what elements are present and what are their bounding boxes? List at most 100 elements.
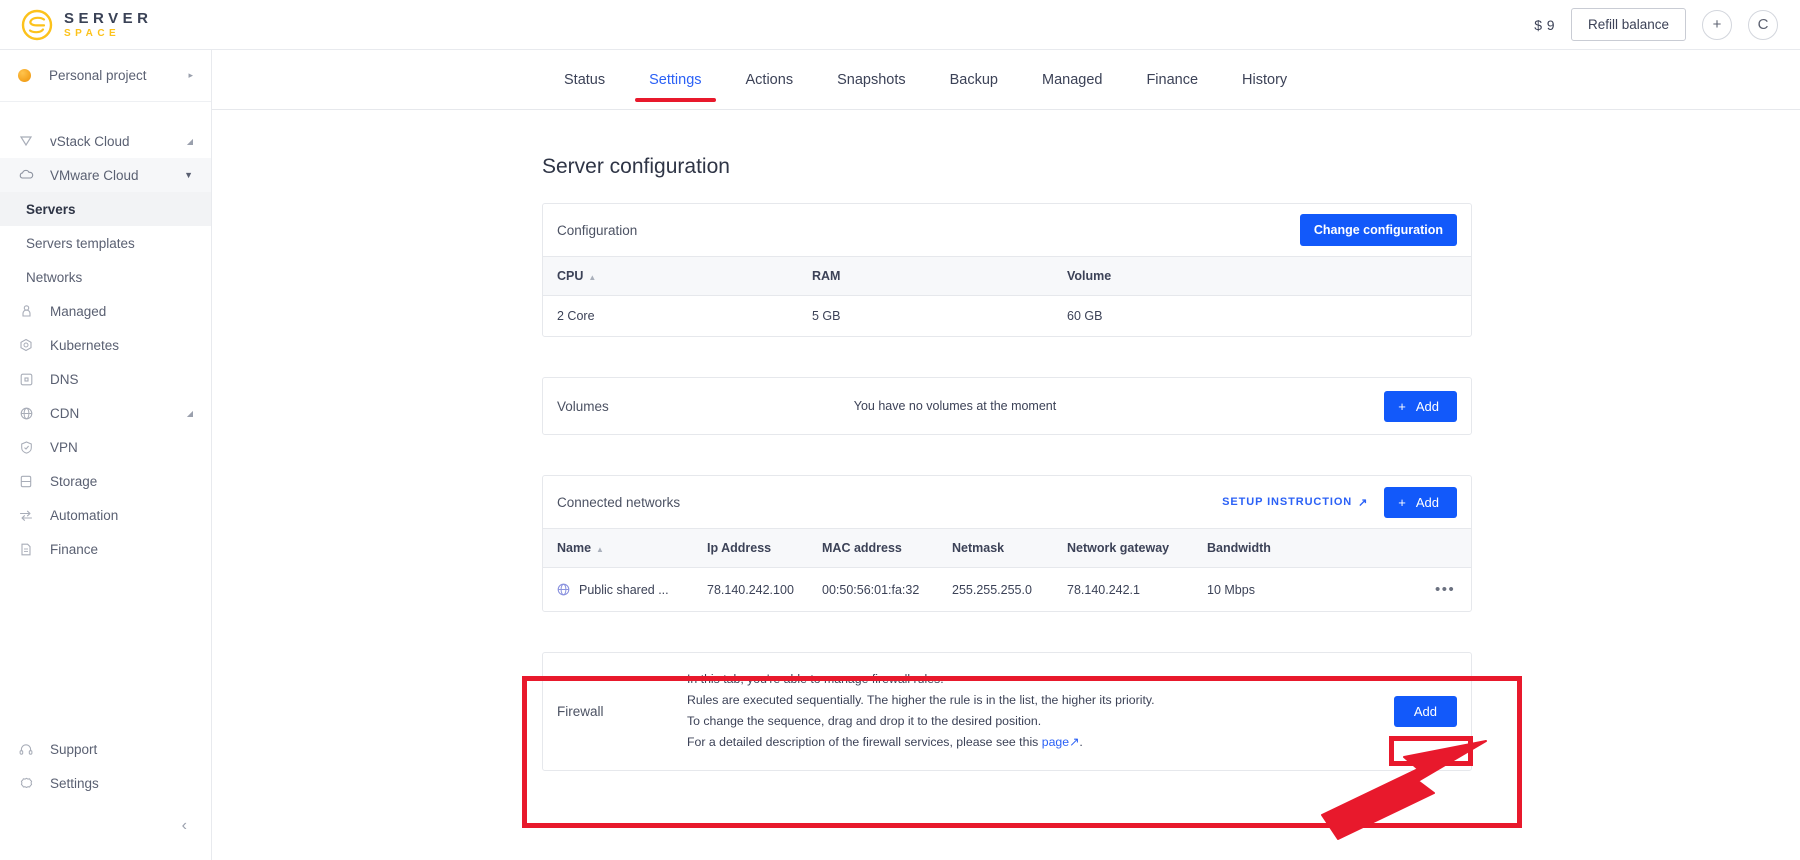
sidebar-footer: Support Settings ‹ xyxy=(0,732,211,860)
table-row[interactable]: 2 Core 5 GB 60 GB xyxy=(543,296,1471,337)
sort-asc-icon: ▲ xyxy=(596,545,604,554)
page-title: Server configuration xyxy=(542,155,730,178)
column-label: Ip Address xyxy=(707,541,772,555)
column-label: RAM xyxy=(812,269,841,283)
sidebar-item-label: Settings xyxy=(50,775,99,791)
column-netmask[interactable]: Netmask xyxy=(938,528,1053,568)
networks-add-button[interactable]: + Add xyxy=(1384,486,1457,518)
plus-icon: + xyxy=(1398,494,1406,510)
sidebar-item-vstack-cloud[interactable]: vStack Cloud ◢ xyxy=(0,124,211,158)
column-network-gateway[interactable]: Network gateway xyxy=(1053,528,1193,568)
firewall-line-4-prefix: For a detailed description of the firewa… xyxy=(687,735,1042,750)
tab-actions[interactable]: Actions xyxy=(724,50,816,110)
configuration-card: Configuration Change configuration CPU ▲ … xyxy=(542,203,1472,337)
external-link-icon: ↗ xyxy=(1358,496,1369,509)
project-label: Personal project xyxy=(49,68,147,83)
add-button[interactable]: + xyxy=(1702,9,1732,40)
volumes-card-header: Volumes You have no volumes at the momen… xyxy=(543,378,1471,434)
column-label: CPU xyxy=(557,269,584,283)
row-menu-icon[interactable]: ••• xyxy=(1435,581,1455,598)
tab-backup[interactable]: Backup xyxy=(928,50,1020,110)
tab-managed[interactable]: Managed xyxy=(1020,50,1124,110)
configuration-card-header: Configuration Change configuration xyxy=(543,204,1471,256)
column-name[interactable]: Name ▲ xyxy=(543,528,693,568)
brand-name-secondary: SPACE xyxy=(64,27,121,39)
sidebar-item-label: VMware Cloud xyxy=(50,167,139,183)
sidebar-item-storage[interactable]: Storage xyxy=(0,464,211,498)
sidebar-item-managed[interactable]: Managed xyxy=(0,294,211,328)
sidebar-item-cdn[interactable]: CDN ◢ xyxy=(0,396,211,430)
cell-volume: 60 GB xyxy=(1067,309,1103,323)
sidebar-item-dns[interactable]: DNS xyxy=(0,362,211,396)
sidebar-item-networks[interactable]: Networks xyxy=(0,260,211,294)
chevron-right-icon: ▸ xyxy=(188,70,193,80)
tab-status[interactable]: Status xyxy=(542,50,627,110)
column-cpu[interactable]: CPU ▲ xyxy=(543,256,798,296)
firewall-body: Firewall In this tab, you're able to man… xyxy=(543,653,1471,770)
sidebar-item-label: Managed xyxy=(50,303,107,319)
networks-title: Connected networks xyxy=(557,494,681,510)
volumes-add-button[interactable]: + Add xyxy=(1384,390,1457,422)
sidebar-item-label: Kubernetes xyxy=(50,337,120,353)
volumes-add-label: Add xyxy=(1415,398,1439,414)
sidebar-item-finance[interactable]: Finance xyxy=(0,532,211,566)
firewall-add-button[interactable]: Add xyxy=(1393,695,1457,727)
sidebar-item-servers[interactable]: Servers xyxy=(0,192,211,226)
change-configuration-button[interactable]: Change configuration xyxy=(1299,214,1457,246)
sidebar-item-label: CDN xyxy=(50,405,80,421)
column-ip-address[interactable]: Ip Address xyxy=(693,528,808,568)
column-volume[interactable]: Volume xyxy=(1053,256,1471,296)
tab-finance[interactable]: Finance xyxy=(1124,50,1220,110)
cell-network-gateway: 78.140.242.1 xyxy=(1067,582,1140,597)
database-icon xyxy=(18,473,34,489)
column-mac-address[interactable]: MAC address xyxy=(808,528,938,568)
cell-ip-address: 78.140.242.100 xyxy=(707,582,794,597)
sidebar: Personal project ▸ vStack Cloud ◢ VMware… xyxy=(0,50,212,860)
settings-content: Server configuration Configuration Chang… xyxy=(212,110,1800,771)
column-bandwidth[interactable]: Bandwidth xyxy=(1193,528,1421,568)
firewall-docs-link[interactable]: page xyxy=(1042,735,1069,749)
configuration-title: Configuration xyxy=(557,222,638,238)
tab-history[interactable]: History xyxy=(1220,50,1309,110)
user-shield-icon xyxy=(18,303,34,319)
setup-instruction-label: Setup instruction xyxy=(1222,496,1353,508)
document-icon xyxy=(18,541,34,557)
sidebar-item-label: Storage xyxy=(50,473,98,489)
firewall-actions: Add xyxy=(1393,695,1457,727)
volumes-empty-text: You have no volumes at the moment xyxy=(853,399,1057,413)
sidebar-item-vpn[interactable]: VPN xyxy=(0,430,211,464)
firewall-title: Firewall xyxy=(557,703,604,719)
networks-card-header: Connected networks Setup instruction ↗ +… xyxy=(543,476,1471,528)
column-ram[interactable]: RAM xyxy=(798,256,1053,296)
table-header-row: Name ▲ Ip Address MAC address Netmask Net… xyxy=(543,528,1471,568)
refill-balance-button[interactable]: Refill balance xyxy=(1570,8,1686,41)
brand-name-primary: SERVER xyxy=(64,9,153,27)
tab-settings[interactable]: Settings xyxy=(627,50,723,110)
sidebar-item-automation[interactable]: Automation xyxy=(0,498,211,532)
sidebar-item-servers-templates[interactable]: Servers templates xyxy=(0,226,211,260)
shield-check-icon xyxy=(18,439,34,455)
brand-logo[interactable]: SERVER SPACE xyxy=(0,8,152,42)
setup-instruction-link[interactable]: Setup instruction ↗ xyxy=(1222,496,1368,509)
chevron-collapse-icon: ◢ xyxy=(186,408,193,418)
sort-asc-icon: ▲ xyxy=(588,273,597,282)
cloud-icon xyxy=(18,167,34,183)
avatar[interactable]: C xyxy=(1748,9,1778,40)
sidebar-item-settings[interactable]: Settings xyxy=(0,766,211,800)
sidebar-item-label: DNS xyxy=(50,371,79,387)
table-row[interactable]: Public shared ... 78.140.242.100 00:50:5… xyxy=(543,568,1471,612)
cell-netmask: 255.255.255.0 xyxy=(952,582,1032,597)
account-balance: $ 9 xyxy=(1534,16,1555,33)
connected-networks-card: Connected networks Setup instruction ↗ +… xyxy=(542,475,1472,612)
tab-snapshots[interactable]: Snapshots xyxy=(815,50,928,110)
column-label: Network gateway xyxy=(1067,541,1170,555)
volumes-title: Volumes xyxy=(557,398,609,414)
collapse-sidebar-icon[interactable]: ‹ xyxy=(182,817,187,835)
sidebar-item-vmware-cloud[interactable]: VMware Cloud ▼ xyxy=(0,158,211,192)
sidebar-item-kubernetes[interactable]: Kubernetes xyxy=(0,328,211,362)
networks-table: Name ▲ Ip Address MAC address Netmask Net… xyxy=(543,528,1471,611)
sidebar-project-selector[interactable]: Personal project ▸ xyxy=(0,50,211,102)
sidebar-item-support[interactable]: Support xyxy=(0,732,211,766)
sidebar-item-label: Support xyxy=(50,741,98,757)
main-content: Status Settings Actions Snapshots Backup… xyxy=(212,50,1800,860)
